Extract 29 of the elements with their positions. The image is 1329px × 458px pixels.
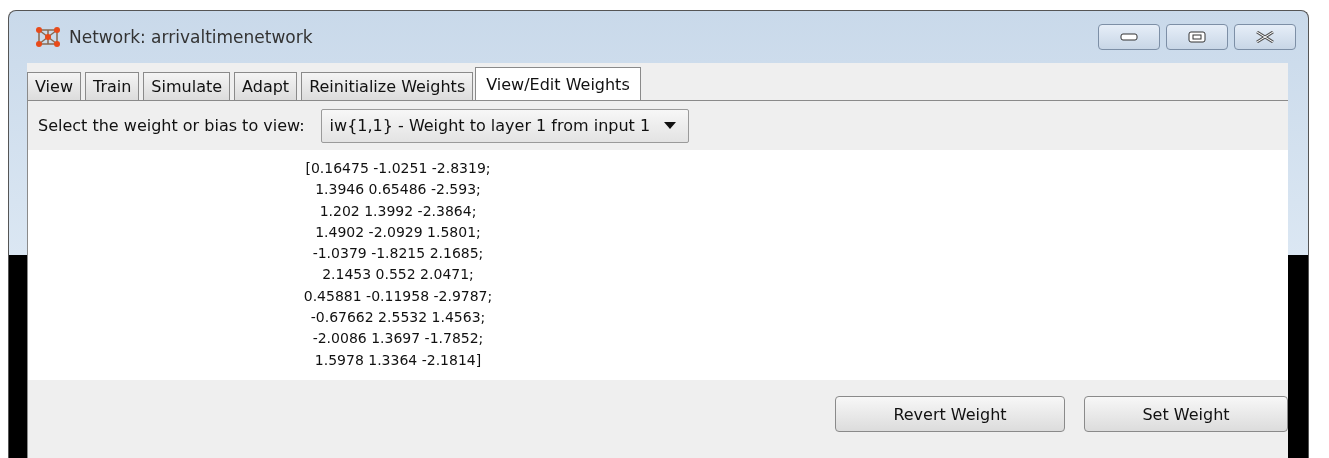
maximize-icon (1188, 31, 1206, 43)
matrix-row-text: 1.3946 0.65486 -2.593; (315, 180, 481, 200)
tab[interactable]: Simulate (143, 72, 231, 100)
close-button[interactable] (1234, 24, 1296, 50)
minimize-button[interactable] (1098, 24, 1160, 50)
close-icon (1255, 31, 1275, 43)
tab[interactable]: Reinitialize Weights (301, 72, 474, 100)
matrix-row-text: 2.1453 0.552 2.0471; (322, 265, 474, 285)
caret-icon (664, 122, 677, 129)
tab[interactable]: Adapt (234, 72, 298, 100)
weight-dropdown[interactable]: iw{1,1} - Weight to layer 1 from input 1 (320, 108, 690, 143)
maximize-button[interactable] (1166, 24, 1228, 50)
weight-button[interactable]: Revert Weight (835, 396, 1065, 432)
window-title: Network: arrivaltimenetwork (69, 27, 313, 47)
select-label: Select the weight or bias to view: (38, 116, 305, 135)
matrix-row-text: 1.5978 1.3364 -2.1814] (314, 350, 482, 370)
matrix-row-text: 1.202 1.3992 -2.3864; (319, 201, 477, 221)
matrix-row-text: -2.0086 1.3697 -1.7852; (312, 329, 484, 349)
tab[interactable]: View (27, 72, 81, 100)
network-icon (35, 26, 61, 48)
matrix-row-text: [0.16475 -1.0251 -2.8319; (305, 159, 491, 178)
tab[interactable]: Train (84, 72, 140, 100)
minimize-icon (1120, 33, 1138, 41)
weight-button[interactable]: Set Weight (1084, 396, 1288, 432)
matrix-row-text: -1.0379 -1.8215 2.1685; (312, 244, 484, 264)
matrix-row-text: 1.4902 -2.0929 1.5801; (315, 222, 481, 242)
tab[interactable]: View/Edit Weights (475, 67, 641, 100)
matrix-row-text: -0.67662 2.5532 1.4563; (310, 308, 486, 328)
matrix-row-text: 0.45881 -0.11958 -2.9787; (303, 286, 493, 306)
